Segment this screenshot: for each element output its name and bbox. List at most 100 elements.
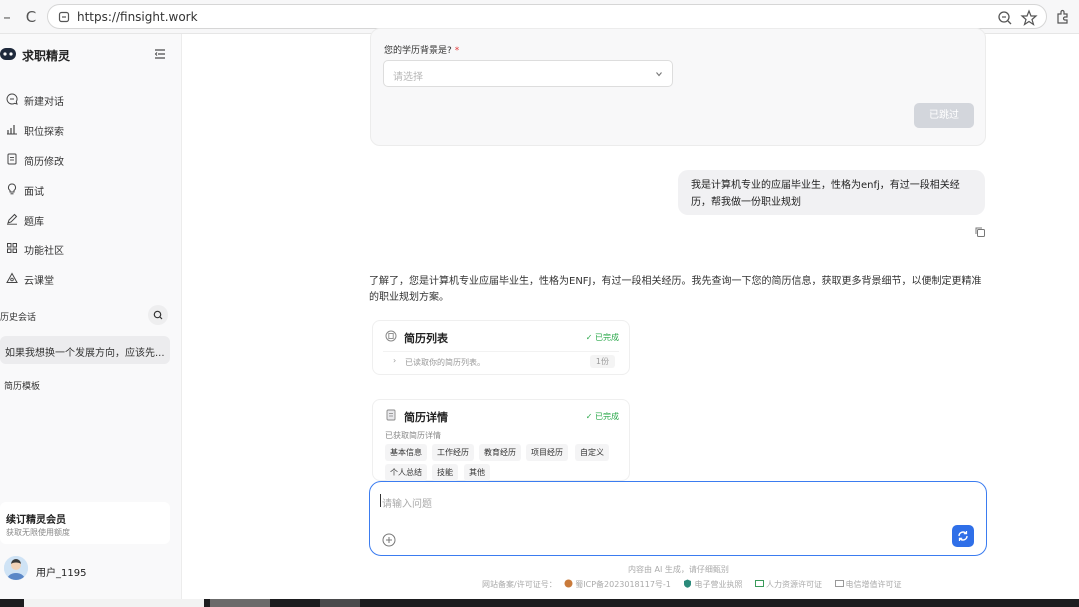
- business-license-link[interactable]: 电子营业执照: [683, 579, 750, 589]
- taskbar-segment: [24, 599, 204, 607]
- resume-list-icon: [385, 330, 397, 342]
- icp-link[interactable]: 蜀ICP备2023018117号-1: [564, 579, 678, 589]
- license-card-icon: [755, 580, 764, 587]
- sidebar-item-new-chat[interactable]: 新建对话: [0, 87, 180, 113]
- chevron-right-icon: ›: [393, 356, 397, 365]
- sidebar-item-label: 简历修改: [24, 157, 64, 168]
- brand-name: 求职精灵: [22, 49, 71, 63]
- history-item-label: 如果我想换一个发展方向，应该先...: [5, 348, 165, 359]
- document-icon: [386, 409, 396, 421]
- section-tag[interactable]: 个人总结: [385, 464, 427, 481]
- favorite-star-icon[interactable]: [1020, 9, 1038, 27]
- required-mark: *: [454, 46, 460, 56]
- section-tag[interactable]: 技能: [432, 464, 458, 481]
- skip-button[interactable]: 已跳过: [914, 103, 974, 128]
- zoom-icon[interactable]: [996, 9, 1014, 27]
- document-icon: [7, 153, 17, 165]
- license-label: 网站备案/许可证号：: [482, 580, 557, 589]
- username: 用户_1195: [36, 568, 87, 579]
- select-placeholder: 请选择: [393, 72, 423, 83]
- site-info-icon[interactable]: [58, 11, 70, 23]
- membership-card[interactable]: 续订精灵会员 获取无限使用额度: [0, 502, 170, 544]
- tool-title: 简历列表: [404, 332, 448, 345]
- tool-result-count: 1份: [589, 355, 615, 368]
- status-badge: ✓ 已完成: [585, 333, 619, 342]
- extensions-icon[interactable]: [1055, 8, 1071, 24]
- shield-icon: [684, 579, 692, 588]
- search-icon: [153, 310, 163, 320]
- sidebar-item-resume-edit[interactable]: 简历修改: [0, 147, 180, 173]
- copy-icon[interactable]: [974, 226, 986, 238]
- sidebar-item-community[interactable]: 功能社区: [0, 236, 180, 262]
- user-avatar-icon: [4, 556, 28, 580]
- telecom-license-link[interactable]: 电信增值许可证: [834, 580, 907, 589]
- sidebar-item-label: 面试: [24, 187, 44, 198]
- text-caret: [380, 494, 381, 507]
- section-tag[interactable]: 项目经历: [526, 444, 568, 461]
- membership-subtitle: 获取无限使用额度: [6, 528, 70, 537]
- certificate-icon: [834, 580, 844, 587]
- history-search-button[interactable]: [148, 305, 168, 325]
- grid-icon: [7, 243, 17, 253]
- sidebar-item-question-bank[interactable]: 题库: [0, 207, 180, 233]
- resume-template-link[interactable]: 简历模板: [4, 379, 40, 392]
- police-badge-icon: [564, 579, 573, 588]
- resume-list-card: 简历列表 ✓ 已完成 › 已读取你的简历列表。 1份: [372, 320, 630, 375]
- section-tag[interactable]: 基本信息: [385, 444, 427, 461]
- send-button[interactable]: [952, 525, 974, 547]
- hr-license-text: 人力资源许可证: [766, 580, 822, 589]
- tool-subtitle: 已获取简历详情: [385, 431, 441, 440]
- education-label-text: 您的学历背景是?: [384, 46, 452, 56]
- education-select[interactable]: 请选择: [383, 60, 673, 87]
- taskbar-segment: [320, 599, 360, 607]
- section-tag[interactable]: 其他: [464, 464, 490, 481]
- sidebar-item-cloud-class[interactable]: 云课堂: [0, 266, 180, 292]
- sidebar-item-job-explore[interactable]: 职位探索: [0, 117, 180, 143]
- cloud-class-icon: [6, 272, 18, 283]
- user-message-bubble: 我是计算机专业的应届毕业生，性格为enfj，有过一段相关经历，帮我做一份职业规划: [678, 170, 985, 215]
- section-tag[interactable]: 工作经历: [432, 444, 474, 461]
- add-attachment-icon[interactable]: [382, 533, 396, 547]
- sidebar: 求职精灵 新建对话 职位探索 简历修改 面试 题库 功能社区 云课堂 历史会话 …: [0, 34, 182, 599]
- avatar[interactable]: [4, 556, 28, 580]
- tool-result-row[interactable]: › 已读取你的简历列表。 1份: [383, 351, 619, 369]
- lightbulb-icon: [7, 183, 17, 195]
- sidebar-item-label: 职位探索: [24, 127, 64, 138]
- refresh-icon: [958, 531, 968, 541]
- bar-chart-icon: [7, 125, 17, 135]
- sidebar-item-interview[interactable]: 面试: [0, 177, 180, 203]
- status-badge: ✓ 已完成: [585, 412, 619, 421]
- membership-title: 续订精灵会员: [6, 515, 66, 526]
- hr-license-link[interactable]: 人力资源许可证: [755, 580, 830, 589]
- sidebar-item-label: 题库: [24, 217, 44, 228]
- history-item[interactable]: 如果我想换一个发展方向，应该先...: [0, 336, 170, 364]
- icp-text: 蜀ICP备2023018117号-1: [575, 580, 671, 589]
- ai-disclaimer: 内容由 AI 生成，请仔细甄别: [628, 565, 729, 574]
- ai-message: 了解了，您是计算机专业应届毕业生，性格为ENFJ，有过一段相关经历。我先查询一下…: [369, 276, 982, 303]
- education-form-card: 您的学历背景是? * 请选择 已跳过: [370, 28, 986, 146]
- sidebar-item-label: 新建对话: [24, 97, 64, 108]
- collapse-sidebar-icon[interactable]: [153, 47, 167, 61]
- reload-icon[interactable]: C: [20, 6, 42, 28]
- site-footer: 网站备案/许可证号： 蜀ICP备2023018117号-1 电子营业执照 人力资…: [482, 579, 912, 590]
- address-bar[interactable]: https://finsight.work: [47, 4, 1047, 29]
- telecom-license-text: 电信增值许可证: [845, 580, 902, 589]
- os-taskbar: [0, 599, 1079, 607]
- business-license-text: 电子营业执照: [694, 580, 743, 589]
- history-title: 历史会话: [0, 313, 37, 323]
- back-arrow-icon[interactable]: –: [0, 6, 18, 28]
- url-text: https://finsight.work: [77, 10, 198, 24]
- tool-title: 简历详情: [404, 411, 448, 424]
- chat-main: 您的学历背景是? * 请选择 已跳过 我是计算机专业的应届毕业生，性格为enfj，…: [183, 28, 1079, 599]
- section-tag[interactable]: 自定义: [575, 444, 609, 461]
- chat-input-placeholder: 请输入问题: [382, 499, 432, 510]
- robot-logo-icon: [0, 48, 16, 60]
- taskbar-segment: [210, 599, 270, 607]
- sidebar-item-label: 功能社区: [24, 246, 64, 257]
- section-tag[interactable]: 教育经历: [479, 444, 521, 461]
- sidebar-item-label: 云课堂: [24, 276, 54, 287]
- tool-result-text: 已读取你的简历列表。: [405, 358, 485, 367]
- chat-plus-icon: [6, 93, 18, 105]
- education-label: 您的学历背景是? *: [384, 43, 459, 56]
- chat-input-box[interactable]: 请输入问题: [369, 481, 987, 556]
